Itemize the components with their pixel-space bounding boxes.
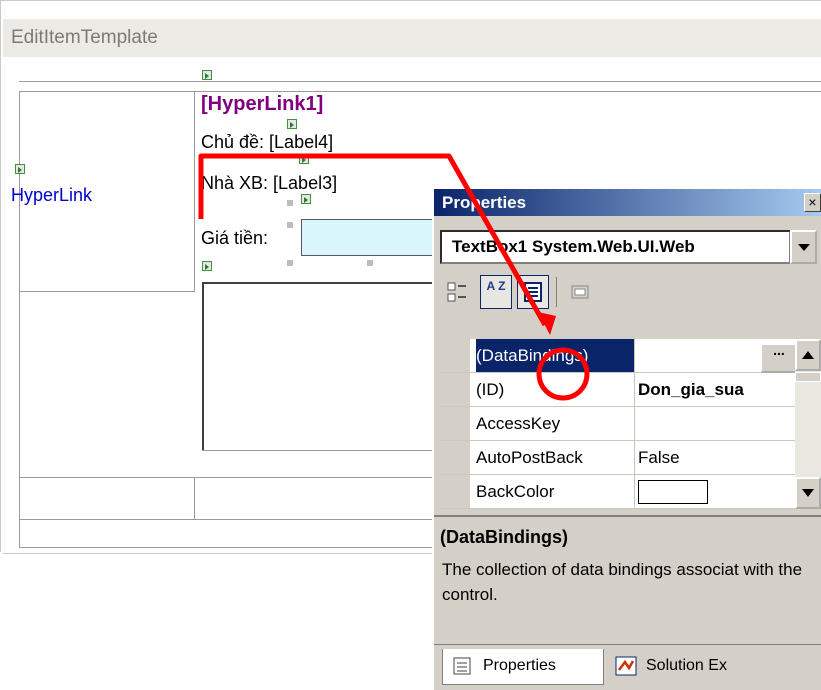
object-selector-text: TextBox1 System.Web.UI.Web <box>452 237 695 256</box>
scroll-down-icon[interactable] <box>795 477 821 509</box>
property-row[interactable]: (ID) Don_gia_sua <box>440 373 795 407</box>
tool-window-tabs: Properties Solution Ex <box>434 644 821 690</box>
property-row[interactable]: (DataBindings) ... <box>440 339 798 373</box>
solution-explorer-icon <box>615 656 637 676</box>
tab-label: Solution Ex <box>646 657 727 674</box>
row-gutter <box>440 475 470 508</box>
resize-handle[interactable] <box>367 260 373 266</box>
properties-icon[interactable] <box>517 275 549 309</box>
tab-label: Properties <box>483 657 556 674</box>
object-selector[interactable]: TextBox1 System.Web.UI.Web <box>440 230 791 264</box>
giatien-label: Giá tiền: <box>201 228 269 248</box>
grid-line <box>202 450 433 451</box>
smart-tag-icon[interactable] <box>301 194 311 204</box>
property-name: (ID) <box>476 373 635 406</box>
events-icon[interactable] <box>564 275 596 309</box>
properties-icon-svg <box>524 282 542 302</box>
toolbar-separator <box>556 277 557 307</box>
smart-tag-icon[interactable] <box>287 119 297 129</box>
nhaxb-label-row: Nhà XB: [Label3] <box>201 173 338 193</box>
row-gutter <box>440 441 470 474</box>
grid-line <box>19 81 821 82</box>
chevron-down-icon[interactable] <box>790 230 817 264</box>
categorized-icon-svg <box>447 282 466 302</box>
resize-handle[interactable] <box>287 260 293 266</box>
alphabetical-sort-label: A Z <box>486 279 506 293</box>
property-grid[interactable]: (DataBindings) ... (ID) Don_gia_sua Acce… <box>440 339 798 509</box>
properties-title: Properties <box>434 189 821 216</box>
hyperlink-control[interactable]: HyperLink <box>11 185 92 206</box>
resize-handle[interactable] <box>287 222 293 228</box>
tab-solution-explorer[interactable]: Solution Ex <box>606 649 806 685</box>
template-header: EditItemTemplate <box>3 19 821 57</box>
smart-tag-icon[interactable] <box>202 261 212 271</box>
grid-line <box>19 291 195 292</box>
row-gutter <box>440 373 470 406</box>
grid-line <box>194 91 195 291</box>
row-gutter <box>440 407 470 440</box>
multiline-textbox[interactable] <box>202 282 433 450</box>
scroll-thumb[interactable] <box>795 372 821 382</box>
properties-window: Properties × TextBox1 System.Web.UI.Web … <box>432 187 821 690</box>
close-icon[interactable]: × <box>804 193 821 212</box>
description-text: The collection of data bindings associat… <box>442 560 803 604</box>
property-value[interactable]: False <box>638 441 680 474</box>
color-swatch[interactable] <box>638 480 708 504</box>
grid-line <box>19 91 20 547</box>
hyperlink1-control[interactable]: [HyperLink1] <box>201 93 323 116</box>
price-textbox[interactable] <box>301 219 441 256</box>
description-title: (DataBindings) <box>440 527 568 547</box>
property-row[interactable]: AccessKey <box>440 407 795 441</box>
grid-line <box>3 553 433 554</box>
events-icon-svg <box>571 285 589 299</box>
smart-tag-icon[interactable] <box>15 164 25 174</box>
splitter[interactable] <box>434 515 821 517</box>
grid-line <box>194 477 195 519</box>
property-row[interactable]: AutoPostBack False <box>440 441 795 475</box>
categorized-icon[interactable] <box>440 275 472 309</box>
ellipsis-button[interactable]: ... <box>760 343 798 373</box>
grid-line <box>19 91 821 92</box>
property-name: BackColor <box>476 475 635 508</box>
alphabetical-sort-icon[interactable]: A Z <box>480 275 512 309</box>
properties-tab-icon <box>453 657 471 675</box>
chude-label-row: Chủ đề: [Label4] <box>201 132 334 152</box>
property-name: (DataBindings) <box>476 339 635 372</box>
property-name: AccessKey <box>476 407 635 440</box>
property-row[interactable]: BackColor <box>440 475 795 509</box>
resize-handle[interactable] <box>287 200 293 206</box>
smart-tag-icon[interactable] <box>202 70 212 80</box>
row-gutter <box>440 339 470 372</box>
property-value[interactable]: Don_gia_sua <box>638 373 744 406</box>
tab-properties[interactable]: Properties <box>442 649 604 685</box>
scroll-up-icon[interactable] <box>795 339 821 371</box>
smart-tag-icon[interactable] <box>299 154 309 164</box>
property-scrollbar[interactable] <box>795 339 821 509</box>
property-name: AutoPostBack <box>476 441 635 474</box>
